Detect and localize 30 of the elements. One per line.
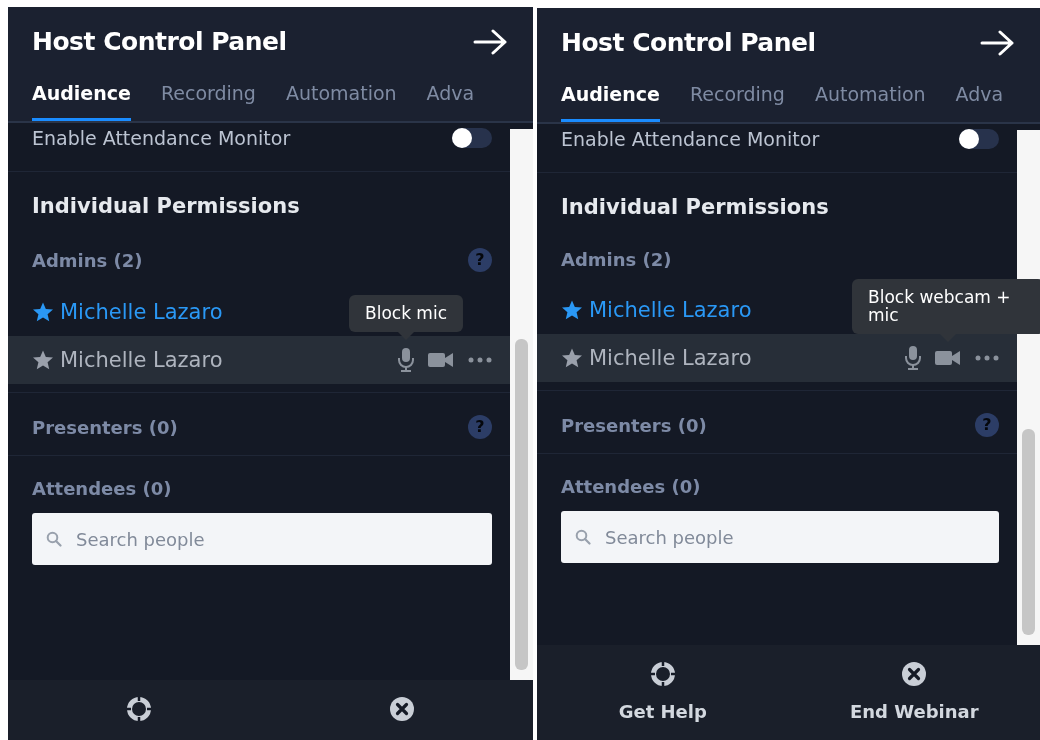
- group-heading: Presenters (0): [32, 416, 178, 438]
- group-heading: Admins (2): [32, 249, 143, 271]
- tab[interactable]: Adva: [955, 83, 1004, 122]
- footer-button[interactable]: Get Help: [537, 661, 789, 722]
- section-heading: Individual Permissions: [32, 194, 301, 218]
- person-name: Michelle Lazaro: [60, 300, 223, 324]
- group-heading: Presenters (0): [561, 414, 707, 436]
- tooltip: Block mic: [349, 295, 463, 332]
- tab[interactable]: Automation: [285, 82, 397, 121]
- setting-label: Enable Attendance Monitor: [32, 127, 291, 149]
- setting-label: Enable Attendance Monitor: [561, 128, 820, 150]
- tooltip: Block webcam + mic: [852, 278, 1040, 334]
- tab[interactable]: Automation: [814, 83, 926, 122]
- tab[interactable]: Adva: [426, 82, 475, 121]
- panel-title: Host Control Panel: [561, 28, 816, 57]
- tab[interactable]: Audience: [561, 83, 660, 122]
- group-heading: Attendees (0): [561, 476, 701, 497]
- person-name: Michelle Lazaro: [60, 348, 223, 372]
- person-name: Michelle Lazaro: [589, 298, 752, 322]
- group-heading: Attendees (0): [32, 478, 172, 499]
- tab[interactable]: Recording: [689, 83, 785, 122]
- group-heading: Admins (2): [561, 249, 672, 270]
- person-name: Michelle Lazaro: [589, 346, 752, 370]
- search-field[interactable]: Search people: [561, 511, 999, 563]
- footer-button[interactable]: End Webinar: [788, 661, 1040, 722]
- section-heading: Individual Permissions: [561, 195, 830, 219]
- tab[interactable]: Recording: [160, 82, 256, 121]
- tab[interactable]: Audience: [32, 82, 131, 121]
- panel-title: Host Control Panel: [32, 27, 287, 56]
- search-field[interactable]: Search people: [32, 513, 492, 565]
